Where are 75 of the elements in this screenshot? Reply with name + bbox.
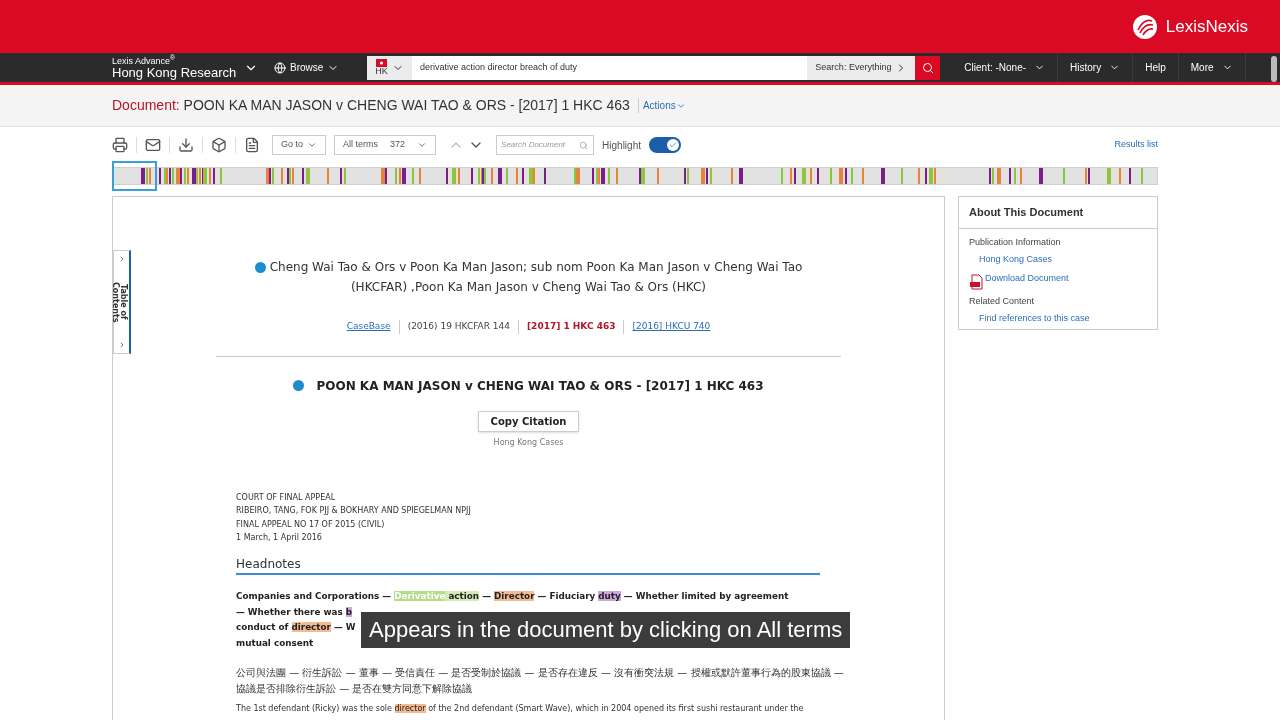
mail-icon[interactable]: [145, 137, 161, 153]
document-icon[interactable]: [244, 137, 260, 153]
viewport-marker[interactable]: [112, 161, 157, 191]
panel-link[interactable]: Find references to this case: [979, 312, 1090, 326]
video-caption: Appears in the document by clicking on All terms: [361, 612, 851, 648]
chevron-down-icon: [307, 140, 317, 150]
panel-title: About This Document: [959, 197, 1157, 229]
panel-link[interactable]: Download Document: [985, 271, 1069, 285]
term-hits-drawing[interactable]: [112, 167, 1158, 185]
highlight-label: Highlight: [602, 138, 641, 153]
citator-icon: [293, 380, 305, 391]
headnote-line: — Whether there was b: [236, 605, 353, 619]
nav-menu[interactable]: More: [1178, 53, 1246, 82]
search-scope-button[interactable]: Search: Everything: [807, 55, 916, 80]
actions-menu[interactable]: Actions: [637, 98, 686, 113]
citation: (2016) 19 HKCFAR 144: [398, 320, 518, 334]
check-icon: [669, 141, 677, 149]
box-icon[interactable]: [211, 137, 227, 153]
citation: [2017] 1 HKC 463: [518, 320, 624, 334]
goto-dropdown[interactable]: Go to: [272, 135, 326, 155]
headnote-line: mutual consent: [236, 636, 314, 650]
highlighted-term: action: [445, 591, 480, 601]
nav-menu[interactable]: Client: -None-: [952, 53, 1059, 82]
section-heading: Related Content: [969, 294, 1036, 308]
highlighted-term: Derivative: [394, 591, 446, 601]
panel-link[interactable]: Hong Kong Cases: [979, 253, 1053, 267]
highlighted-term: director: [394, 704, 426, 713]
source-label: Hong Kong Cases: [493, 436, 564, 449]
headnotes-heading: Headnotes: [236, 557, 820, 575]
product-label: Lexis Advance$^{®}$: [112, 56, 177, 66]
jurisdiction-code: HK: [375, 67, 388, 76]
product-name: Hong Kong Research: [112, 65, 238, 79]
nav-menu[interactable]: Help: [1133, 53, 1179, 82]
search-button[interactable]: [915, 55, 941, 80]
chinese-headnote-line: 公司與法團 — 衍生訴訟 — 董事 — 受信責任 — 是否受制於協議 — 是否存在違反 — 沒有衝突法規 — 授權或默許董事行為的股東協議 —: [236, 666, 844, 680]
headnote-line: conduct of director — W: [236, 621, 356, 634]
body-paragraph: The 1st defendant (Ricky) was the sole director of the 2nd defendant (Smart Wave), which in 2004 opened its first sushi restaurant under the: [236, 703, 804, 715]
copy-citation-button[interactable]: Copy Citation: [477, 410, 580, 432]
highlight-toggle[interactable]: [649, 137, 681, 153]
headnote-line: Companies and Corporations — Derivative action — Director — Fiduciary duty — Whether limited by agreement: [236, 590, 789, 603]
terms-dropdown[interactable]: All terms 372: [334, 135, 437, 155]
pdf-file-icon: [969, 273, 985, 290]
logo-icon: [1131, 13, 1158, 40]
search-field[interactable]: derivative action director breach of duty: [411, 55, 808, 80]
browse-button[interactable]: Browse: [270, 60, 344, 75]
globe-icon: [274, 61, 286, 74]
highlighted-term: director: [291, 622, 331, 632]
highlighted-term: Director: [494, 591, 535, 601]
court-info-line: 1 March, 1 April 2016: [236, 532, 323, 544]
citation[interactable]: CaseBase: [338, 320, 399, 334]
citator-icon: [254, 262, 266, 273]
highlighted-term: duty: [598, 591, 621, 601]
court-info-line: COURT OF FINAL APPEAL: [236, 491, 337, 504]
table-of-contents-tab[interactable]: Table of Contents: [113, 250, 131, 354]
jurisdiction-dropdown[interactable]: HK: [367, 55, 412, 80]
search-icon: [579, 140, 589, 150]
print-icon[interactable]: [112, 137, 128, 153]
search-icon: [921, 61, 934, 74]
court-info-line: FINAL APPEAL NO 17 OF 2015 (CIVIL): [236, 518, 386, 531]
section-heading: Publication Information: [969, 235, 1062, 249]
flag-icon: [376, 59, 388, 67]
chevron-down-icon: [417, 140, 428, 150]
scrollbar[interactable]: [1271, 56, 1277, 82]
search-document-field[interactable]: Search Document: [496, 135, 595, 155]
document-title: Document: POON KA MAN JASON v CHENG WAI TAO & ORS - [2017] 1 HKC 463: [112, 96, 630, 115]
brand-name: LexisNexis: [1165, 15, 1248, 38]
case-title: POON KA MAN JASON v CHENG WAI TAO & ORS - [2017] 1 HKC 463: [316, 377, 764, 395]
chinese-headnote-line: 協議是否排除衍生訴訟 — 是否在雙方同意下解除協議: [236, 681, 473, 696]
highlighted-term: b: [345, 606, 353, 617]
court-info-line: RIBEIRO, TANG, FOK PJJ & BOKHARY AND SPIEGELMAN NPJJ: [236, 505, 472, 517]
download-icon[interactable]: [178, 137, 194, 153]
nav-menu[interactable]: History: [1058, 53, 1134, 82]
citation[interactable]: [2016] HKCU 740: [623, 320, 719, 334]
results-list-link[interactable]: Results list: [1114, 138, 1158, 152]
parallel-case-title: Cheng Wai Tao & Ors v Poon Ka Man Jason; sub nom Poon Ka Man Jason v Cheng Wai Tao (HKCFAR) ,Poon Ka Man Jason v Cheng Wai Tao & Ors (HKC): [228, 257, 829, 297]
